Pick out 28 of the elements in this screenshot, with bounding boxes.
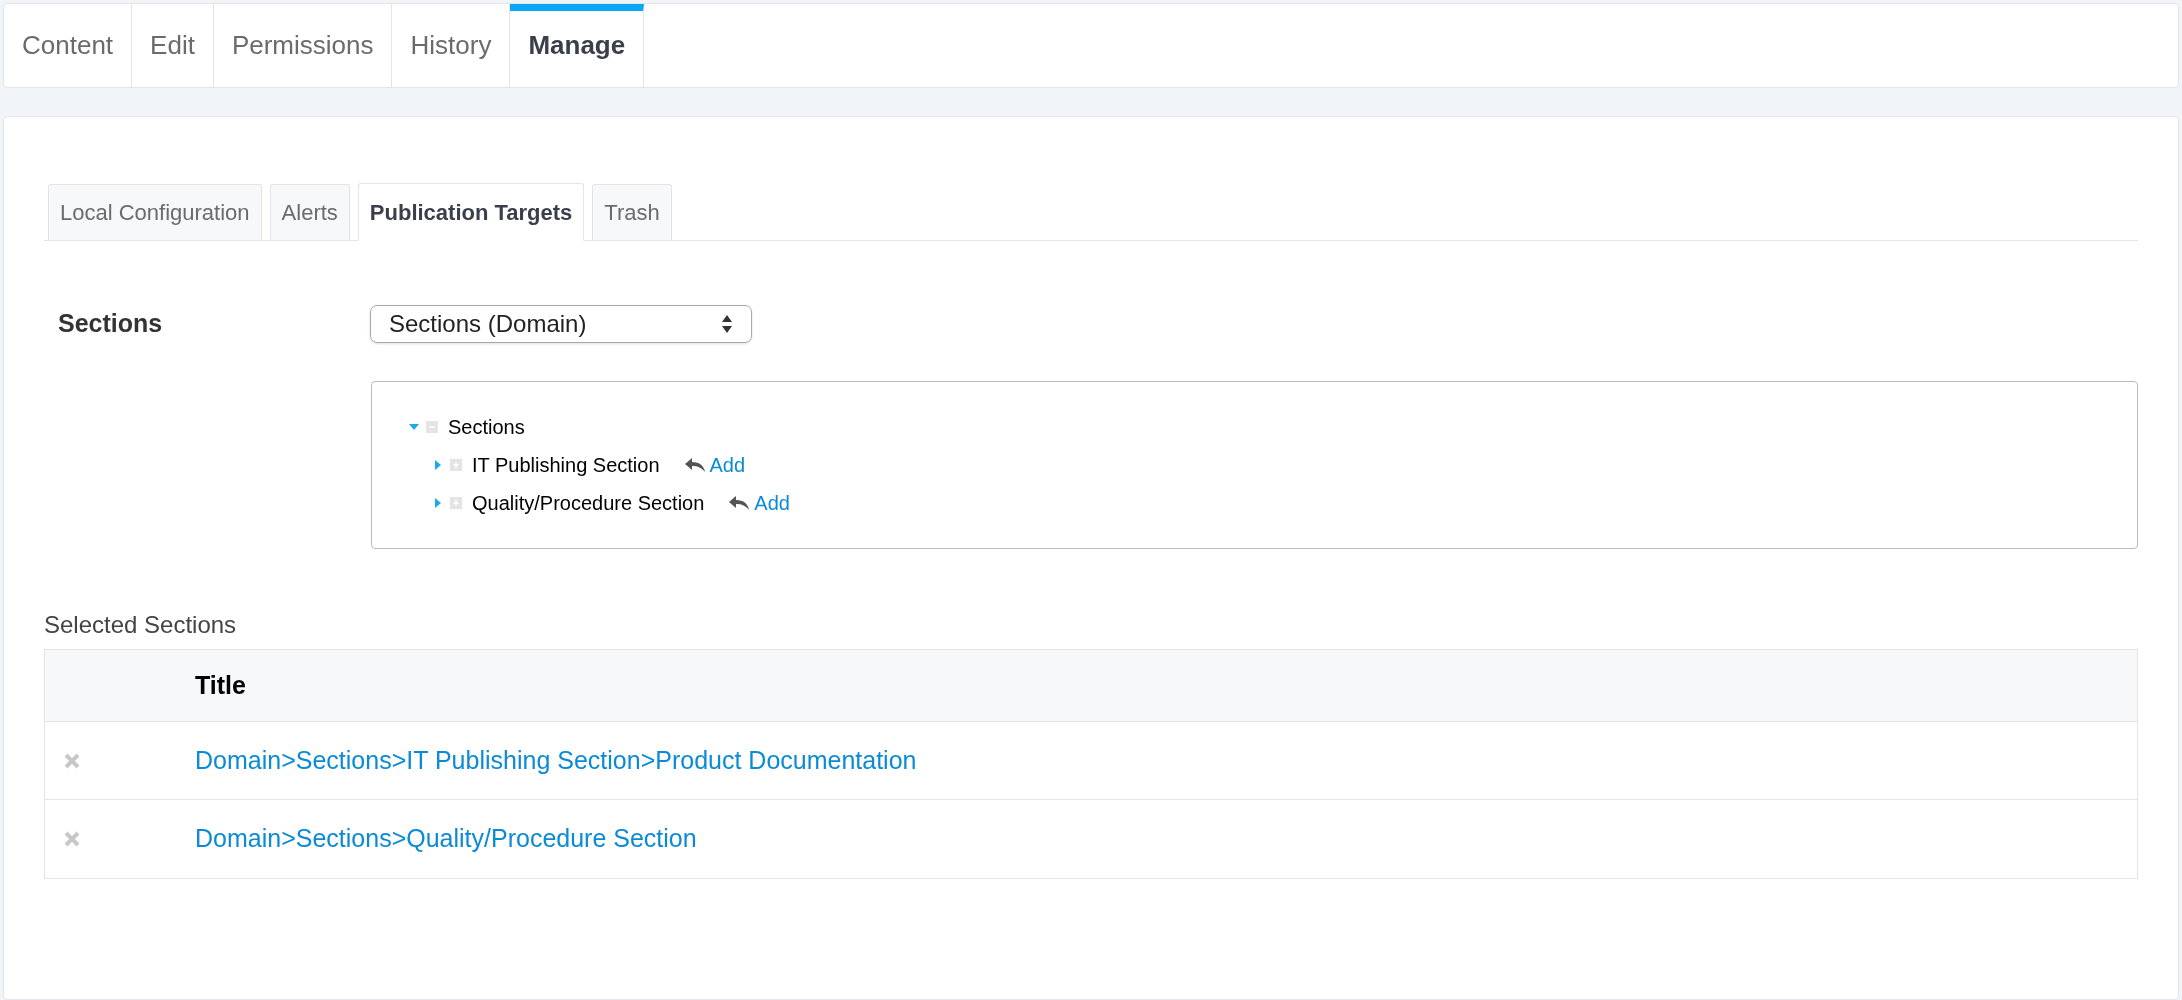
tab[interactable]: Permissions — [213, 4, 393, 87]
tree-item-label[interactable]: IT Publishing Section — [472, 450, 660, 480]
collapse-icon[interactable] — [426, 421, 438, 433]
add-link[interactable]: Add — [754, 488, 790, 518]
sub-tab[interactable]: Alerts — [269, 184, 350, 240]
selected-sections-heading: Selected Sections — [44, 610, 238, 640]
remove-icon[interactable] — [63, 830, 81, 848]
reply-arrow-icon — [683, 457, 706, 473]
sections-label: Sections — [57, 308, 164, 340]
reply-arrow-icon — [728, 495, 751, 511]
tree-item-label[interactable]: Quality/Procedure Section — [472, 488, 705, 518]
sub-tab[interactable]: Local Configuration — [48, 184, 262, 240]
expand-icon[interactable] — [450, 497, 462, 509]
expand-icon[interactable] — [450, 459, 462, 471]
domain-select[interactable]: Sections (Domain) — [370, 305, 752, 343]
sub-tab[interactable]: Trash — [592, 184, 672, 240]
sub-tab[interactable]: Publication Targets — [357, 183, 585, 241]
section-path-link[interactable]: Domain>Sections>Quality/Procedure Section — [195, 820, 697, 858]
tab[interactable]: Manage — [510, 4, 645, 87]
tab[interactable]: Content — [4, 4, 133, 87]
section-path-link[interactable]: Domain>Sections>IT Publishing Section>Product Documentation — [195, 741, 917, 780]
tree-item-label[interactable]: Sections — [448, 412, 525, 442]
tab[interactable]: History — [392, 4, 511, 87]
column-header: Title — [195, 669, 246, 701]
remove-icon[interactable] — [63, 751, 81, 770]
select-arrows-icon — [721, 314, 733, 334]
add-link[interactable]: Add — [709, 450, 746, 480]
tab[interactable]: Edit — [132, 4, 214, 87]
